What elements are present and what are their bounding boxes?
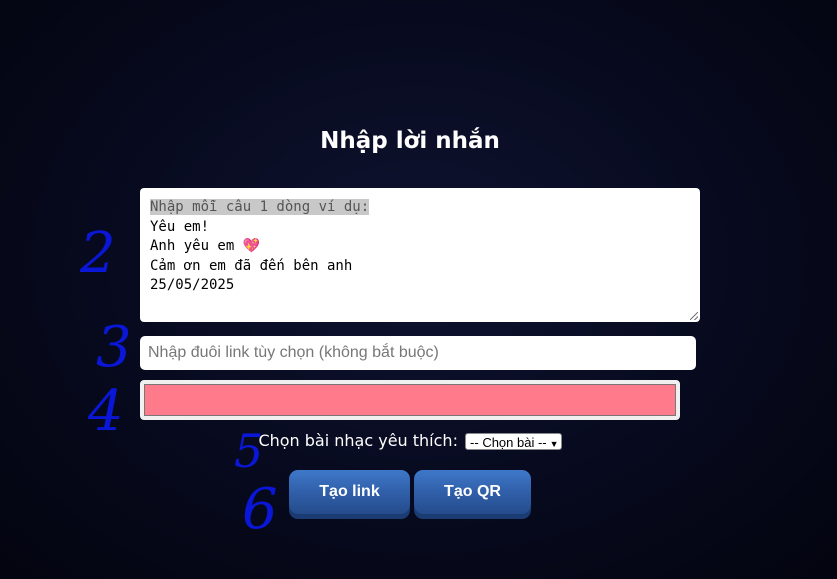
message-line: 25/05/2025 bbox=[150, 277, 235, 293]
annotation-3: 3 bbox=[96, 315, 132, 380]
message-line: Cảm ơn em đã đến bên anh bbox=[150, 257, 353, 274]
message-line: Anh yêu em bbox=[150, 238, 235, 254]
annotation-6: 6 bbox=[242, 477, 278, 542]
music-select-value: -- Chọn bài -- bbox=[470, 435, 547, 450]
music-label: Chọn bài nhạc yêu thích: bbox=[258, 431, 458, 450]
annotation-2: 2 bbox=[80, 221, 116, 286]
annotation-5: 5 bbox=[234, 424, 264, 478]
message-hint: Nhập mỗi câu 1 dòng ví dụ: bbox=[150, 199, 370, 215]
create-qr-button[interactable]: Tạo QR bbox=[414, 470, 531, 514]
link-suffix-placeholder: Nhập đuôi link tùy chọn (không bắt buộc) bbox=[148, 344, 439, 361]
chevron-down-icon: ▼ bbox=[549, 439, 559, 449]
color-picker[interactable] bbox=[140, 380, 680, 420]
message-line: Yêu em! bbox=[150, 218, 210, 235]
resize-grip-icon[interactable] bbox=[690, 312, 698, 320]
create-link-button[interactable]: Tạo link bbox=[289, 470, 410, 514]
heart-icon: 💖 bbox=[242, 238, 261, 254]
page-title: Nhập lời nhắn bbox=[320, 128, 500, 154]
message-textarea[interactable]: Nhập mỗi câu 1 dòng ví dụ: Yêu em! Anh y… bbox=[140, 188, 700, 322]
color-swatch-fill bbox=[144, 384, 676, 416]
music-select[interactable]: -- Chọn bài -- ▼ bbox=[465, 433, 562, 450]
annotation-4: 4 bbox=[88, 379, 124, 444]
link-suffix-input[interactable]: Nhập đuôi link tùy chọn (không bắt buộc) bbox=[140, 336, 696, 370]
